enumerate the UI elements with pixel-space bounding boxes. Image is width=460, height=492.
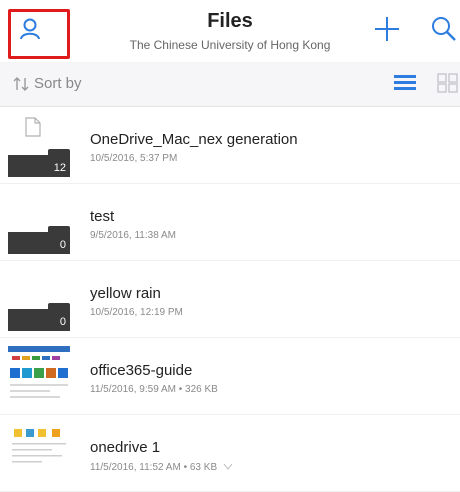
file-name: OneDrive_Mac_nex generation xyxy=(90,131,298,148)
folder-thumbnail: 12 xyxy=(8,113,70,177)
file-row-yellow-rain[interactable]: 0 yellow rain 10/5/2016, 12:19 PM xyxy=(0,261,460,338)
sort-by-button[interactable]: Sort by xyxy=(34,75,82,92)
folder-thumbnail: 0 xyxy=(8,267,70,331)
image-preview xyxy=(8,421,70,485)
document-icon xyxy=(25,117,41,137)
document-preview-image xyxy=(8,344,70,408)
folder-item-count: 12 xyxy=(53,162,66,174)
file-name: onedrive 1 xyxy=(90,439,161,456)
sort-bar: Sort by xyxy=(0,62,460,107)
sort-arrows-icon[interactable] xyxy=(12,76,30,92)
file-list: 12 OneDrive_Mac_nex generation 10/5/2016… xyxy=(0,107,460,492)
file-row-test[interactable]: 0 test 9/5/2016, 11:38 AM xyxy=(0,184,460,261)
file-row-onedrive-mac[interactable]: 12 OneDrive_Mac_nex generation 10/5/2016… xyxy=(0,107,460,184)
file-name: test xyxy=(90,208,115,225)
file-meta: 10/5/2016, 5:37 PM xyxy=(90,153,178,164)
list-view-button[interactable] xyxy=(392,72,418,96)
list-view-icon xyxy=(394,75,416,90)
file-name: yellow rain xyxy=(90,285,161,302)
file-meta: 9/5/2016, 11:38 AM xyxy=(90,230,176,241)
folder-base: 12 xyxy=(8,155,70,177)
image-thumbnail xyxy=(8,421,70,485)
document-thumbnail xyxy=(8,344,70,408)
file-row-office365-guide[interactable]: office365-guide 11/5/2016, 9:59 AM • 326… xyxy=(0,338,460,415)
file-meta: 11/5/2016, 11:52 AM • 63 KB xyxy=(90,461,233,473)
file-meta: 11/5/2016, 9:59 AM • 326 KB xyxy=(90,384,218,395)
folder-item-count: 0 xyxy=(59,239,66,251)
grid-view-icon xyxy=(437,73,458,93)
file-meta-text: 11/5/2016, 11:52 AM • 63 KB xyxy=(90,462,218,473)
search-icon xyxy=(432,17,456,41)
grid-view-button[interactable] xyxy=(436,72,460,96)
file-meta: 10/5/2016, 12:19 PM xyxy=(90,307,183,318)
folder-base: 0 xyxy=(8,309,70,331)
folder-thumbnail: 0 xyxy=(8,190,70,254)
folder-base: 0 xyxy=(8,232,70,254)
add-button[interactable] xyxy=(372,14,406,48)
app-header: Files The Chinese University of Hong Kon… xyxy=(0,0,460,62)
folder-item-count: 0 xyxy=(59,316,66,328)
search-button[interactable] xyxy=(428,14,460,48)
file-row-onedrive-1[interactable]: onedrive 1 11/5/2016, 11:52 AM • 63 KB xyxy=(0,415,460,492)
plus-icon xyxy=(375,17,399,41)
file-name: office365-guide xyxy=(90,362,193,379)
offline-icon xyxy=(223,463,233,470)
